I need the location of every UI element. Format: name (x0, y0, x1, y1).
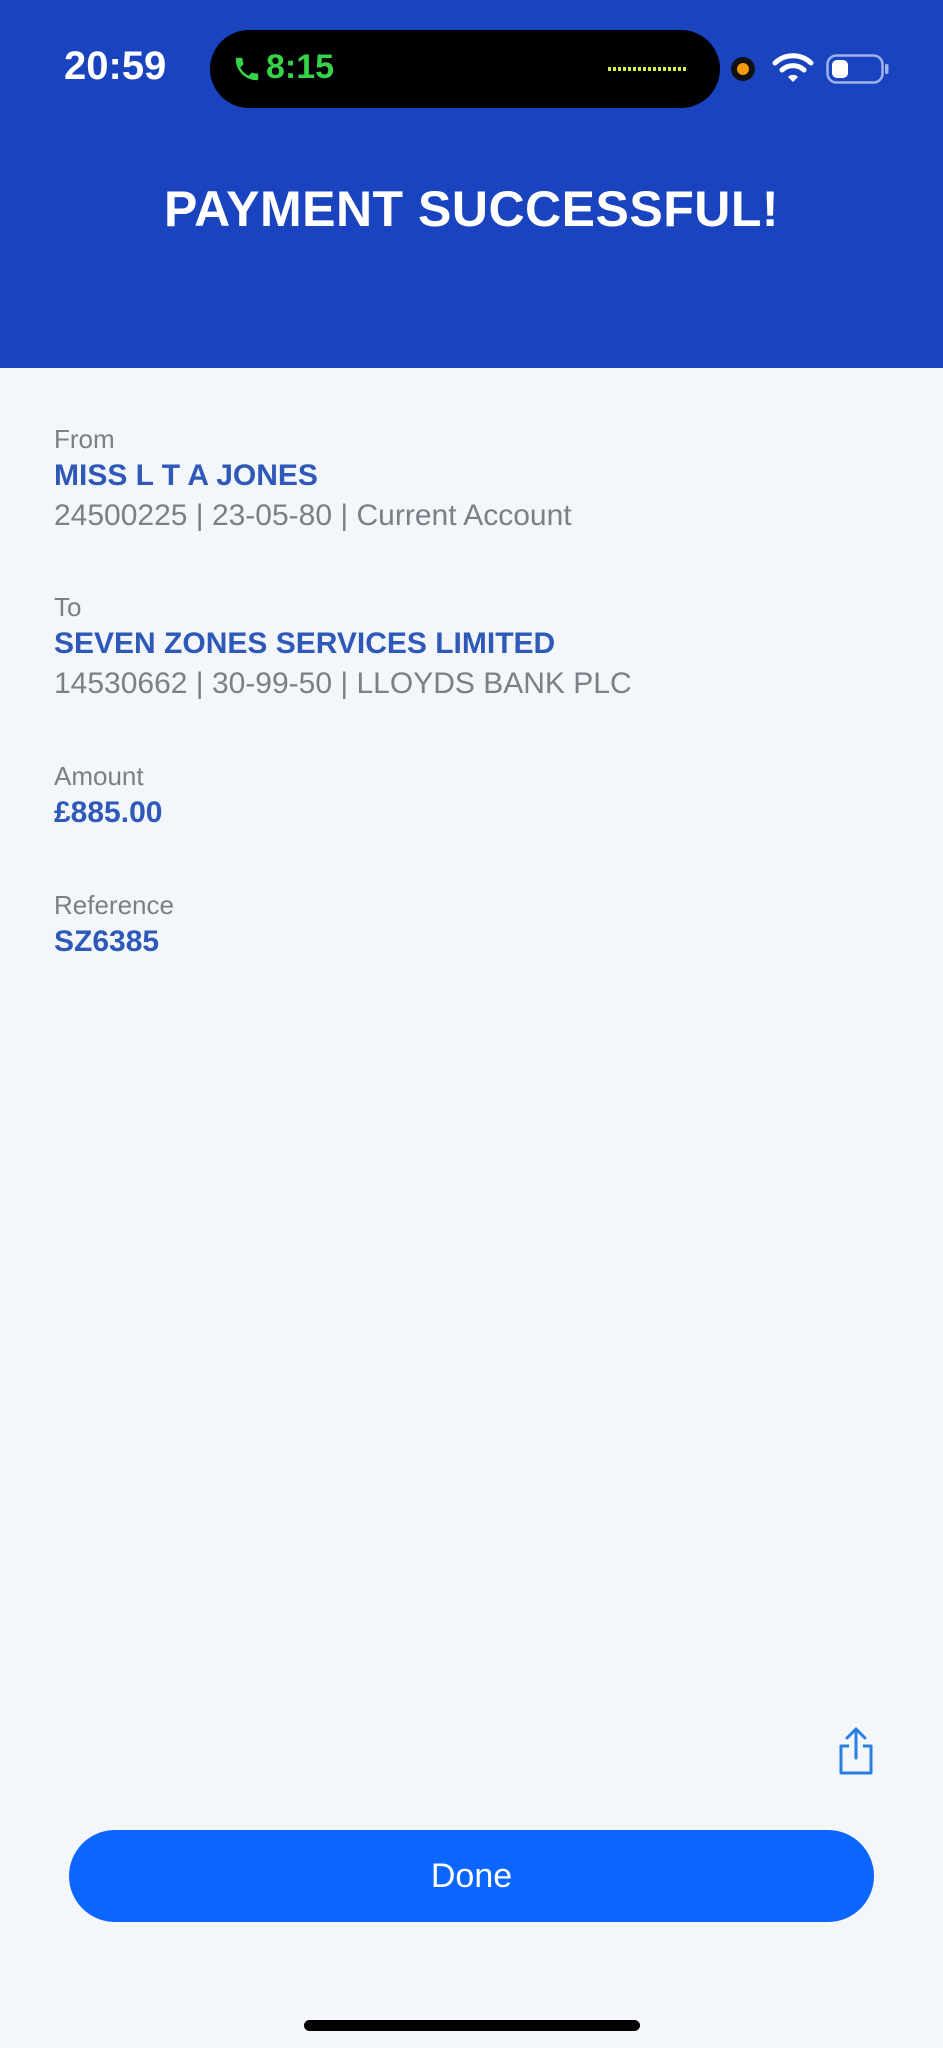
wifi-icon (772, 53, 814, 82)
amount-label: Amount (54, 761, 144, 791)
status-time: 20:59 (64, 44, 167, 88)
reference-label: Reference (54, 890, 174, 920)
to-label: To (54, 592, 82, 622)
from-account-details: 24500225 | 23-05-80 | Current Account (54, 499, 572, 532)
home-indicator[interactable] (304, 2020, 640, 2031)
page-title: PAYMENT SUCCESSFUL! (163, 181, 780, 237)
amount-value: £885.00 (54, 796, 163, 829)
from-label: From (54, 424, 115, 454)
phone-icon (235, 57, 259, 81)
audio-waveform-icon (608, 67, 686, 71)
to-name: SEVEN ZONES SERVICES LIMITED (54, 627, 556, 660)
from-name: MISS L T A JONES (54, 459, 318, 492)
dynamic-island[interactable]: 8:15 (210, 30, 720, 108)
call-duration: 8:15 (266, 48, 335, 86)
to-account-details: 14530662 | 30-99-50 | LLOYDS BANK PLC (54, 667, 632, 700)
header: 20:59 8:15 PAYMENT SUCCESSFUL! (0, 0, 943, 368)
battery-icon (826, 54, 889, 84)
privacy-indicator-icon (731, 57, 755, 81)
reference-section: Reference SZ6385 (54, 888, 174, 962)
reference-value: SZ6385 (54, 925, 160, 958)
done-button[interactable]: Done (69, 1830, 874, 1922)
from-section: From MISS L T A JONES 24500225 | 23-05-8… (54, 422, 572, 536)
share-icon[interactable] (836, 1726, 876, 1776)
amount-section: Amount £885.00 (54, 759, 162, 833)
to-section: To SEVEN ZONES SERVICES LIMITED 14530662… (54, 590, 632, 704)
